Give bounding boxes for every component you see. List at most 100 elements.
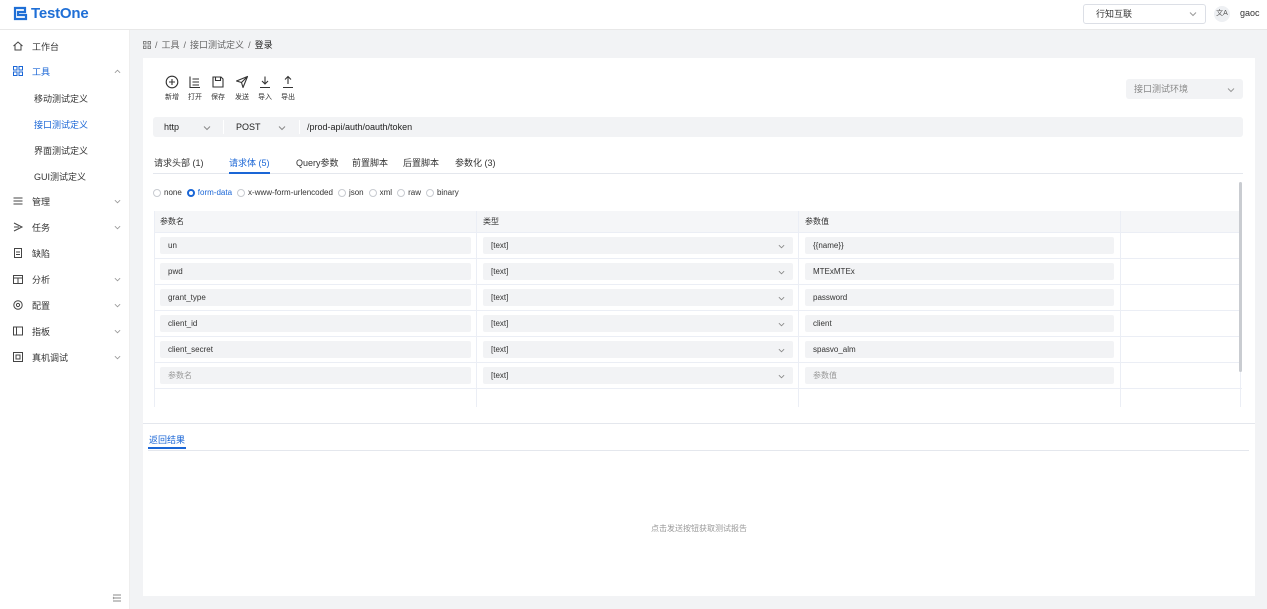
radio-binary[interactable]: binary	[425, 188, 459, 197]
sidebar-item-label: 管理	[32, 197, 51, 207]
param-value-input[interactable]: {{name}}	[805, 237, 1114, 254]
sidebar-item-defect[interactable]: 缺陷	[0, 242, 130, 264]
sidebar-item-workbench[interactable]: 工作台	[0, 35, 130, 57]
sidebar-subitem-gui-test[interactable]: GUI测试定义	[0, 164, 130, 186]
radio-xml[interactable]: xml	[368, 188, 392, 197]
radio-json[interactable]: json	[337, 188, 364, 197]
chevron-down-icon	[114, 355, 121, 360]
tab-parameterize[interactable]: 参数化 (3)	[455, 156, 496, 174]
param-value-input[interactable]: MTExMTEx	[805, 263, 1114, 280]
sidebar-subitem-ui-test[interactable]: 界面测试定义	[0, 138, 130, 160]
sidebar-item-config[interactable]: 配置	[0, 294, 130, 316]
sidebar-item-task[interactable]: 任务	[0, 216, 130, 238]
sidebar-subitem-label: 接口测试定义	[34, 120, 89, 130]
chevron-down-icon	[114, 225, 121, 230]
home-icon	[13, 41, 23, 51]
radio-form-data[interactable]: form-data	[186, 188, 232, 197]
breadcrumb-current: 登录	[254, 40, 273, 50]
table-row: client_id [text] client	[155, 311, 1242, 337]
sidebar-item-label: 分析	[32, 275, 51, 285]
table-scrollbar[interactable]	[1239, 182, 1242, 372]
radio-dot	[397, 188, 406, 197]
tab-body[interactable]: 请求体 (5)	[229, 156, 270, 174]
method-select[interactable]: POST	[226, 117, 296, 137]
new-param-value-input[interactable]: 参数值	[805, 367, 1114, 384]
url-input[interactable]: /prod-api/auth/oauth/token	[307, 117, 412, 137]
param-name-input[interactable]: client_id	[160, 315, 471, 332]
sidebar-item-label: 工作台	[32, 42, 60, 52]
save-button[interactable]: 保存	[207, 75, 229, 102]
language-switch-button[interactable]: 文A	[1214, 6, 1230, 22]
open-button[interactable]: 打开	[184, 75, 206, 102]
send-button[interactable]: 发送	[231, 75, 253, 102]
column-header-type: 类型	[483, 217, 499, 226]
param-name-input[interactable]: grant_type	[160, 289, 471, 306]
tab-result[interactable]: 返回结果	[148, 433, 187, 449]
import-button[interactable]: 导入	[254, 75, 276, 102]
radio-label: none	[164, 188, 182, 197]
sidebar-subitem-api-test[interactable]: 接口测试定义	[0, 112, 130, 134]
param-type-select[interactable]: [text]	[483, 289, 793, 306]
collapse-sidebar-icon[interactable]	[112, 593, 122, 603]
breadcrumb-separator: /	[155, 39, 158, 50]
sidebar-item-device-debug[interactable]: 真机调试	[0, 346, 130, 368]
param-type-value: [text]	[491, 319, 509, 328]
open-label: 打开	[188, 94, 202, 101]
new-button[interactable]: 新增	[161, 75, 183, 102]
send-label: 发送	[235, 94, 249, 101]
breadcrumb-root[interactable]: 工具	[162, 38, 180, 51]
separator	[299, 120, 300, 134]
param-name-input[interactable]: un	[160, 237, 471, 254]
sidebar-subitem-mobile-test[interactable]: 移动测试定义	[0, 86, 130, 108]
api-editor-card: 新增 打开 保存 发送 导入 导出 接口测试环境 http POST /prod…	[143, 58, 1255, 596]
chevron-down-icon	[114, 277, 121, 282]
sidebar-item-label: 缺陷	[32, 249, 51, 259]
new-param-name-input[interactable]: 参数名	[160, 367, 471, 384]
sidebar-item-board[interactable]: 指板	[0, 320, 130, 342]
sidebar-item-tools[interactable]: 工具	[0, 60, 130, 82]
param-name-input[interactable]: pwd	[160, 263, 471, 280]
radio-raw[interactable]: raw	[397, 188, 421, 197]
param-type-select[interactable]: [text]	[483, 263, 793, 280]
save-icon	[212, 76, 224, 88]
grid-icon	[13, 66, 23, 76]
tab-query[interactable]: Query参数	[296, 156, 339, 174]
breadcrumb-parent[interactable]: 接口测试定义	[190, 38, 244, 51]
tab-post-script[interactable]: 后置脚本	[403, 156, 439, 174]
sidebar-subitem-label: 界面测试定义	[34, 146, 89, 156]
new-param-type-select[interactable]: [text]	[483, 367, 793, 384]
export-button[interactable]: 导出	[277, 75, 299, 102]
radio-dot	[425, 188, 434, 197]
params-table: 参数名 类型 参数值 un [text] {{name}} pwd [text]…	[154, 211, 1242, 407]
table-row-new: 参数名 [text] 参数值	[155, 363, 1242, 389]
param-type-select[interactable]: [text]	[483, 315, 793, 332]
table-row: pwd [text] MTExMTEx	[155, 259, 1242, 285]
body-type-radio-group: none form-data x-www-form-urlencoded jso…	[153, 188, 464, 197]
grid-icon[interactable]	[143, 40, 151, 49]
org-select-value: 行知互联	[1096, 9, 1133, 19]
top-bar: TestOne 行知互联 文A gaoc	[0, 0, 1267, 30]
tab-headers[interactable]: 请求头部 (1)	[154, 156, 204, 174]
protocol-select[interactable]: http	[153, 117, 221, 137]
sidebar-item-manage[interactable]: 管理	[0, 190, 130, 212]
radio-none[interactable]: none	[153, 188, 182, 197]
radio-dot	[153, 188, 161, 197]
table-header: 参数名 类型 参数值	[155, 211, 1242, 233]
chevron-down-icon	[778, 322, 785, 327]
environment-select[interactable]: 接口测试环境	[1126, 79, 1243, 99]
param-name-input[interactable]: client_secret	[160, 341, 471, 358]
param-value-input[interactable]: password	[805, 289, 1114, 306]
org-select[interactable]: 行知互联	[1083, 4, 1206, 24]
radio-x-www-form-urlencoded[interactable]: x-www-form-urlencoded	[237, 188, 333, 197]
tab-pre-script[interactable]: 前置脚本	[352, 156, 388, 174]
app-logo[interactable]: TestOne	[13, 5, 89, 22]
radio-label: binary	[436, 188, 459, 197]
param-type-select[interactable]: [text]	[483, 237, 793, 254]
export-icon	[283, 75, 293, 89]
sidebar-item-analysis[interactable]: 分析	[0, 268, 130, 290]
param-value-input[interactable]: spasvo_alm	[805, 341, 1114, 358]
param-value-input[interactable]: client	[805, 315, 1114, 332]
user-name[interactable]: gaoc	[1240, 8, 1260, 18]
chevron-down-icon	[203, 126, 211, 131]
param-type-select[interactable]: [text]	[483, 341, 793, 358]
